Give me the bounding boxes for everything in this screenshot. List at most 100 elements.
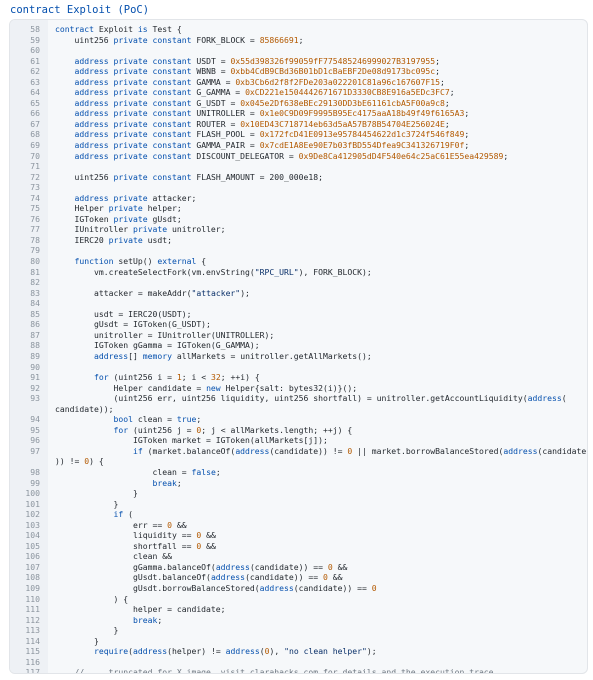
code-token: address	[503, 445, 538, 456]
code-token: address	[210, 572, 246, 583]
code-token: contract	[55, 24, 99, 34]
code-lines: 58 contract Exploit is Test {59 uint256 p…	[10, 24, 587, 673]
code-line: 84	[10, 298, 587, 309]
code-token: vm.createSelectFork(vm.envString(	[55, 266, 255, 277]
code-token: 0x7cdE1A8Ee90E7b03fBD554Dfea9C341326719F…	[259, 140, 465, 151]
code-text: gGamma.balanceOf(address(candidate)) == …	[55, 562, 347, 573]
code-token: private	[108, 203, 148, 214]
code-token: address	[235, 445, 270, 456]
code-token: );	[366, 646, 377, 657]
code-token: ;	[449, 87, 455, 98]
line-number: 65	[30, 97, 40, 108]
code-token: Helper	[55, 203, 109, 214]
code-token: []	[128, 350, 143, 361]
code-line: 113 }	[10, 625, 587, 636]
code-line: 75 Helper private helper;	[10, 203, 587, 214]
line-number: 83	[30, 287, 40, 298]
code-text: address private constant USDT = 0x55d398…	[55, 56, 440, 67]
code-text: address private constant ROUTER = 0x10ED…	[55, 118, 449, 130]
line-number: 113	[25, 625, 40, 636]
code-token: if	[55, 509, 129, 520]
code-token: shortfall ==	[55, 540, 197, 551]
code-token: IGToken gGamma = IGToken(G_GAMMA);	[55, 340, 260, 351]
code-token: require	[55, 646, 129, 657]
line-number: 87	[30, 329, 40, 340]
code-token: (candidate)) ==	[249, 561, 328, 572]
code-line: 92 Helper candidate = new Helper{salt: b…	[10, 383, 587, 394]
line-number: 60	[30, 45, 40, 56]
line-number: 85	[30, 308, 40, 319]
line-number: 92	[30, 382, 40, 393]
code-token: false	[191, 466, 216, 477]
code-token: (	[561, 393, 567, 404]
code-token: unitroller = IUnitroller(UNITROLLER);	[55, 329, 275, 340]
code-token: ;	[435, 66, 440, 77]
code-token: address	[132, 646, 168, 657]
code-token: address	[527, 393, 562, 404]
code-token: ; i <	[181, 372, 211, 383]
code-line: 80 function setUp() external {	[10, 256, 587, 267]
code-token: gUsdt.borrowBalanceStored(	[55, 582, 260, 593]
code-token: gUsdt = IGToken(G_USDT);	[55, 319, 211, 330]
code-line: 79	[10, 245, 587, 256]
code-line: 62 address private constant WBNB = 0xbb4…	[10, 66, 587, 77]
code-token: 0x10ED43C718714eb63d5aA57B78B54704E25602…	[240, 118, 445, 129]
code-line: candidate));	[10, 404, 587, 415]
code-token: ; j < allMarkets.length; ++j) {	[201, 424, 353, 435]
code-text: )) != 0) {	[55, 456, 104, 467]
line-number: 61	[30, 55, 40, 66]
code-token: FLASH_AMOUNT = 200_000e18;	[196, 171, 324, 182]
line-number: 69	[30, 140, 40, 151]
code-line: 73	[10, 182, 587, 193]
code-text: require(address(helper) != address(0), "…	[55, 646, 377, 657]
code-token: setUp()	[118, 256, 158, 267]
code-line: 117 // ... truncated for X image, visit …	[10, 667, 587, 673]
code-token: memory	[142, 350, 177, 361]
code-text: err == 0 &&	[55, 520, 187, 531]
code-text: uint256 private constant FLASH_AMOUNT = …	[55, 172, 323, 183]
code-token: Helper candidate =	[55, 382, 207, 393]
line-number: 72	[30, 171, 40, 182]
code-token: uint256	[55, 34, 114, 45]
code-line: 91 for (uint256 i = 1; i < 32; ++i) {	[10, 372, 587, 383]
code-token: (candidate)) !=	[269, 445, 348, 456]
code-token: break	[55, 477, 177, 488]
code-token: private constant	[113, 171, 197, 182]
code-token: true	[176, 414, 197, 425]
code-line: 93 (uint256 err, uint256 liquidity, uint…	[10, 393, 587, 404]
line-number: 96	[30, 435, 40, 446]
line-number: 104	[25, 530, 40, 541]
code-token: G_GAMMA =	[196, 87, 246, 98]
code-line: 101 }	[10, 499, 587, 510]
code-token: }	[55, 488, 138, 499]
code-text: gUsdt = IGToken(G_USDT);	[55, 319, 211, 330]
code-text: address private constant GAMMA = 0xb3Cb6…	[55, 77, 444, 88]
code-token: ;	[464, 140, 470, 151]
code-text: address private constant UNITROLLER = 0x…	[55, 108, 469, 119]
code-line: 103 err == 0 &&	[10, 520, 587, 531]
code-token: attacker;	[152, 192, 197, 203]
code-line: 115 require(address(helper) != address(0…	[10, 646, 587, 657]
code-token: USDT =	[196, 55, 231, 66]
code-token: DISCOUNT_DELEGATOR =	[196, 150, 299, 161]
code-token: GAMMA_PAIR =	[196, 140, 260, 151]
code-token: || market.borrowBalanceStored(	[352, 445, 504, 456]
code-token: Helper{salt: bytes32(i)}();	[225, 382, 358, 393]
code-line: 102 if (	[10, 509, 587, 520]
code-text: vm.createSelectFork(vm.envString("RPC_UR…	[55, 267, 372, 278]
code-token: ;	[464, 108, 470, 119]
code-text: IGToken gGamma = IGToken(G_GAMMA);	[55, 340, 260, 351]
line-number: 68	[30, 129, 40, 140]
code-token: IGToken	[55, 213, 114, 224]
code-token: bool	[55, 414, 138, 425]
code-text: clean &&	[55, 551, 172, 562]
code-token: new	[206, 382, 226, 393]
code-line: 109 gUsdt.borrowBalanceStored(address(ca…	[10, 583, 587, 594]
code-token: 0x9De8Ca412905dD4F540e64c25aC61E55ea4295…	[298, 150, 504, 161]
code-text: address private constant WBNB = 0xbb4CdB…	[55, 66, 440, 77]
code-token: WBNB =	[196, 66, 231, 77]
code-token: ;	[196, 414, 202, 425]
code-token: address private constant	[55, 97, 197, 108]
code-token: helper = candidate;	[55, 604, 226, 615]
code-line: 82	[10, 277, 587, 288]
